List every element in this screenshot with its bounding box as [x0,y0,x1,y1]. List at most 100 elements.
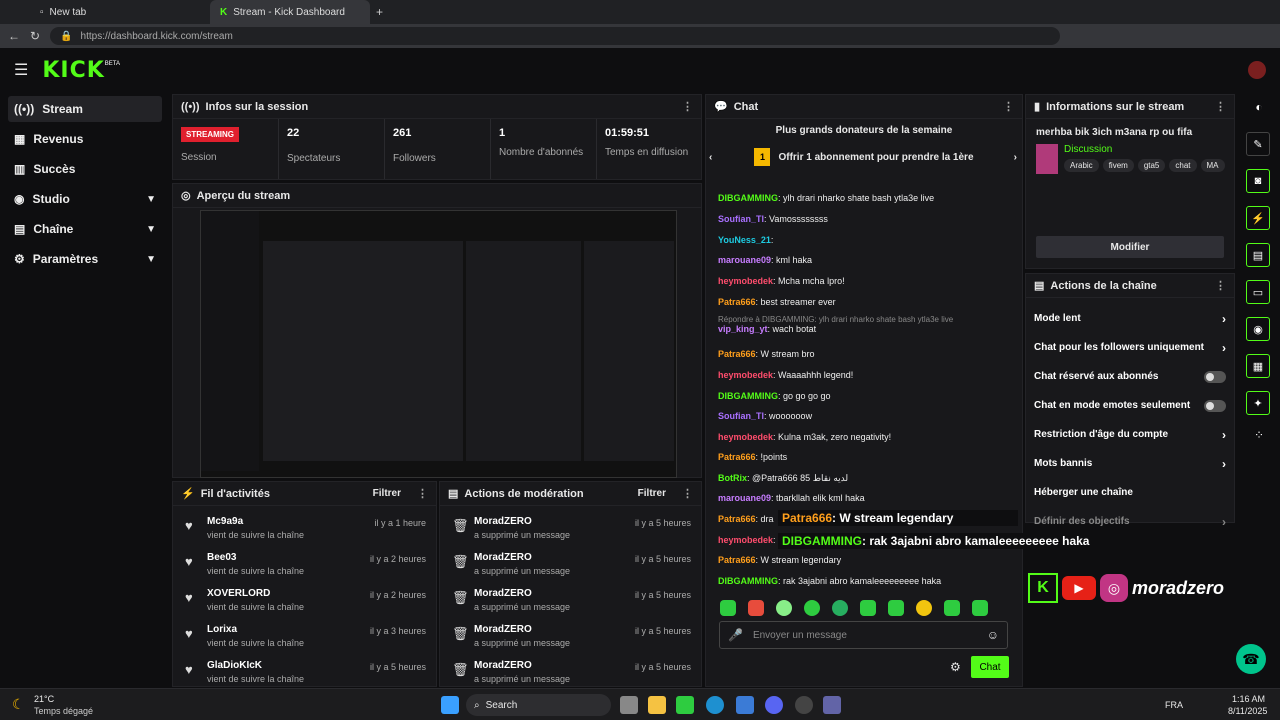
more-icon[interactable]: ⋮ [417,487,428,500]
chat-input[interactable]: 🎤 Envoyer un message ☺ [719,621,1008,649]
lightning-icon[interactable]: ⚡ [1246,206,1270,230]
chat-username[interactable]: Patra666 [718,297,756,307]
back-icon[interactable]: ← [8,29,20,43]
microphone-icon[interactable]: 🎤 [728,628,743,642]
emote-icon[interactable] [944,600,960,616]
taskview-icon[interactable] [620,696,638,714]
chat-username[interactable]: Soufian_Tl [718,214,764,224]
app-icon[interactable] [676,696,694,714]
stream-preview-video[interactable] [200,210,677,478]
emote-icon[interactable] [832,600,848,616]
gear-icon[interactable]: ⚙ [950,660,961,674]
more-icon[interactable]: ⋮ [1003,100,1014,113]
emote-icon[interactable] [720,600,736,616]
kick-logo[interactable]: KICK [42,58,104,83]
more-icon[interactable]: ⋮ [1215,100,1226,113]
emote-icon[interactable] [916,600,932,616]
stat-followers: 261 Followers [385,119,491,179]
channel-action-age-restriction[interactable]: Restriction d'âge du compte › [1026,420,1234,449]
discord-icon[interactable] [765,696,783,714]
chat-username[interactable]: heymobedek [718,535,773,545]
emote-icon[interactable] [748,600,764,616]
emoji-icon[interactable]: ☺ [987,628,999,642]
channel-action-followers-only[interactable]: Chat pour les followers uniquement › [1026,333,1234,362]
more-icon[interactable]: ⋮ [1215,279,1226,292]
edge-icon[interactable] [706,696,724,714]
edit-button[interactable]: Modifier [1036,236,1224,258]
sidebar-item-chaine[interactable]: ▤ Chaîne ▼ [8,216,162,242]
tab-new[interactable]: ▫ New tab [30,0,210,24]
apps-icon[interactable]: ⁘ [1246,428,1272,442]
chat-username[interactable]: vip_king_yt [718,324,768,334]
sidebar-item-stream[interactable]: ((•)) Stream [8,96,162,122]
chat-username[interactable]: DIBGAMMING [718,391,778,401]
windows-start-icon[interactable] [441,696,459,714]
sidebar-item-succes[interactable]: ▥ Succès [8,156,162,182]
chat-username[interactable]: marouane09 [718,493,771,503]
taskbar-search[interactable]: ⌕ Search [466,694,611,716]
channel-action-goals[interactable]: Définir des objectifs › [1026,507,1234,536]
folder-icon[interactable] [648,696,666,714]
camera-icon[interactable]: ◙ [1246,169,1270,193]
item-sub: vient de suivre la chaîne [207,602,305,612]
avatar[interactable] [1248,61,1266,79]
language-indicator[interactable]: FRA [1165,700,1183,710]
broadcast-icon[interactable]: ◉ [1246,317,1270,341]
pencil-icon[interactable]: ✎ [1246,132,1270,156]
support-icon[interactable]: ☎ [1236,644,1266,674]
chat-username[interactable]: heymobedek [718,432,773,442]
chat-username[interactable]: Patra666 [718,349,756,359]
chat-message: Soufian_Tl: woooooow [718,411,812,421]
chat-username[interactable]: marouane09 [718,255,771,265]
toggle-switch[interactable] [1204,399,1226,412]
filter-button[interactable]: Filtrer [373,488,401,499]
emote-icon[interactable] [888,600,904,616]
chat-username[interactable]: BotRix [718,473,747,483]
chat-username[interactable]: DIBGAMMING [718,576,778,586]
wrench-icon[interactable]: ✦ [1246,391,1270,415]
emote-icon[interactable] [804,600,820,616]
chevron-left-icon[interactable]: ‹ [709,152,712,163]
tag: chat [1169,159,1197,172]
archive-icon[interactable]: ▦ [1246,354,1270,378]
channel-action-host[interactable]: Héberger une chaîne [1026,478,1234,507]
chat-username[interactable]: heymobedek [718,276,773,286]
filter-button[interactable]: Filtrer [638,488,666,499]
reload-icon[interactable]: ↻ [30,29,40,43]
channel-action-banned-words[interactable]: Mots bannis › [1026,449,1234,478]
emote-icon[interactable] [972,600,988,616]
more-icon[interactable]: ⋮ [682,487,693,500]
chat-username[interactable]: Patra666 [718,452,756,462]
dark-mode-icon[interactable]: ◐ [1246,100,1272,114]
toggle-switch[interactable] [1204,370,1226,383]
menu-icon[interactable]: ☰ [14,60,28,80]
item-time: il y a 1 heure [374,518,426,528]
emote-icon[interactable] [776,600,792,616]
store-icon[interactable] [736,696,754,714]
tab-stream[interactable]: K Stream - Kick Dashboard [210,0,370,24]
chat-username[interactable]: Patra666 [718,514,756,524]
chat-username[interactable]: Patra666 [718,555,756,565]
more-icon[interactable]: ⋮ [682,100,693,113]
document-icon[interactable]: ▤ [1246,243,1270,267]
chat-message: marouane09: tbarkllah elik kml haka [718,493,865,503]
send-button[interactable]: Chat [971,656,1009,678]
chat-icon[interactable]: ▭ [1246,280,1270,304]
category-name[interactable]: Discussion [1064,144,1225,155]
url-field[interactable]: 🔒 https://dashboard.kick.com/stream [50,27,1061,45]
chevron-right-icon[interactable]: › [1014,152,1017,163]
sidebar-item-studio[interactable]: ◉ Studio ▼ [8,186,162,212]
chat-username[interactable]: YouNess_21 [718,235,771,245]
preview-icon: ◎ [181,190,191,202]
emote-icon[interactable] [860,600,876,616]
chat-username[interactable]: heymobedek [718,370,773,380]
channel-action-slow-mode[interactable]: Mode lent › [1026,304,1234,333]
obs-icon[interactable] [795,696,813,714]
chat-username[interactable]: DIBGAMMING [718,193,778,203]
sidebar-item-revenus[interactable]: ▦ Revenus [8,126,162,152]
teams-icon[interactable] [823,696,841,714]
session-header: ((•)) Infos sur la session ⋮ [173,95,701,119]
new-tab-icon[interactable]: + [376,5,383,19]
sidebar-item-parametres[interactable]: ⚙ Paramètres ▼ [8,246,162,272]
chat-username[interactable]: Soufian_Tl [718,411,764,421]
